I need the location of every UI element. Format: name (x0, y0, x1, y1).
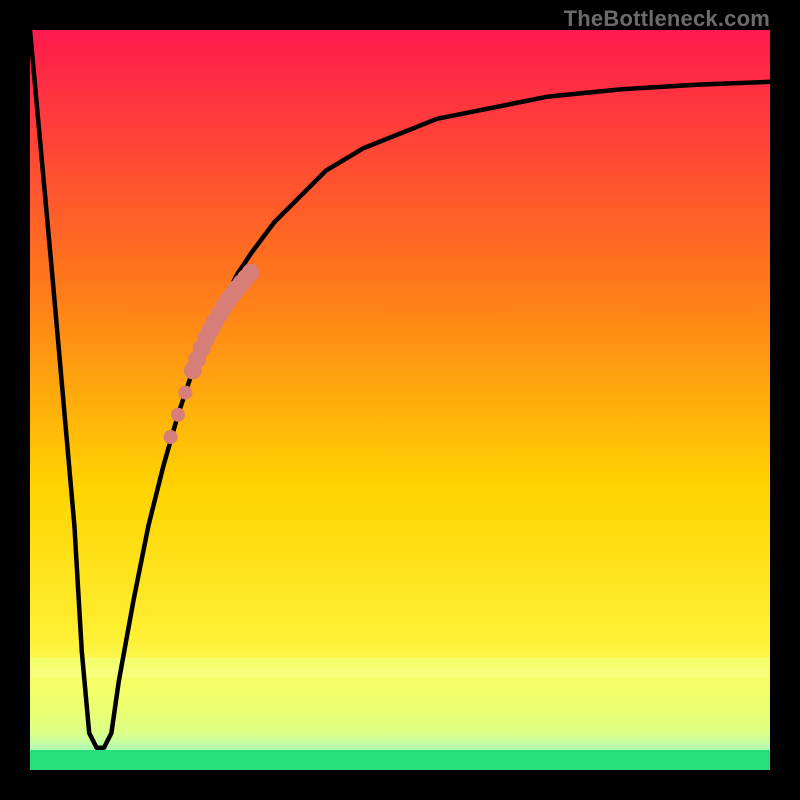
highlight-dots (164, 264, 260, 444)
highlight-dot (242, 264, 260, 282)
bottleneck-curve (30, 30, 770, 748)
plot-area (30, 30, 770, 770)
highlight-dot (171, 408, 185, 422)
highlight-dot (178, 386, 192, 400)
watermark-text: TheBottleneck.com (564, 6, 770, 32)
chart-frame: TheBottleneck.com (0, 0, 800, 800)
highlight-dot (164, 430, 178, 444)
curve-layer (30, 30, 770, 770)
